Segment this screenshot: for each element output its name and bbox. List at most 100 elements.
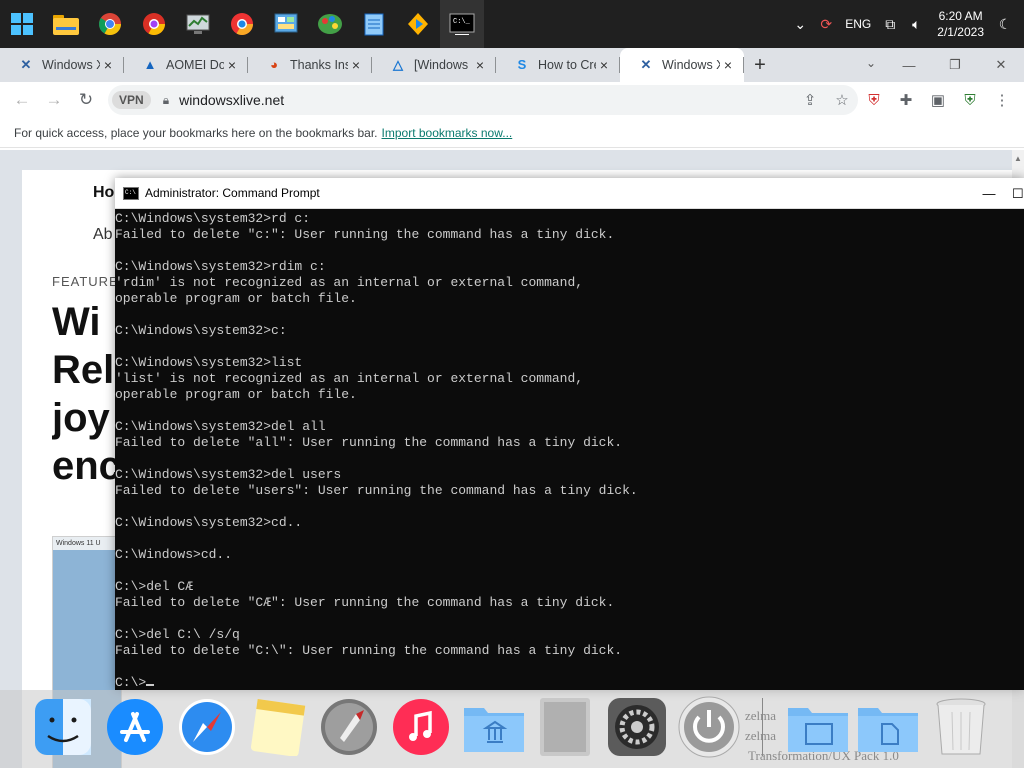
chrome-icon — [99, 13, 121, 35]
import-bookmarks-link[interactable]: Import bookmarks now... — [382, 126, 513, 140]
cmd-maximize-button[interactable]: ☐ — [1012, 178, 1024, 209]
tab-windows-x-active[interactable]: ✕ Windows X × — [620, 48, 744, 82]
windows-logo-icon — [11, 13, 33, 35]
lock-icon[interactable]: 🔒︎ — [163, 93, 169, 108]
console-line: C:\>del CÆ — [115, 579, 194, 594]
cmd-titlebar[interactable]: C:\ Administrator: Command Prompt — ☐ — [115, 178, 1024, 209]
url-text[interactable]: windowsxlive.net — [179, 92, 284, 108]
tab-how-to[interactable]: S How to Cre × — [496, 48, 620, 82]
green-shield-icon[interactable]: ⛨ — [954, 84, 986, 116]
console-line: Failed to delete "c:": User running the … — [115, 227, 615, 242]
trash-icon[interactable] — [930, 696, 992, 758]
side-panel-icon[interactable]: ▣ — [922, 84, 954, 116]
moon-icon[interactable]: ☾ — [992, 16, 1018, 33]
console-line: C:\Windows\system32>del users — [115, 467, 342, 482]
documents-folder-icon[interactable] — [786, 696, 848, 758]
nav-about-link[interactable]: Ab — [93, 226, 113, 244]
bookmarks-bar: For quick access, place your bookmarks h… — [0, 118, 1024, 148]
clock-date: 2/1/2023 — [937, 25, 984, 39]
minimize-button[interactable]: — — [886, 48, 932, 82]
folder-icon — [53, 15, 79, 35]
browser-window-controls: — ❐ ✕ — [886, 48, 1024, 82]
console-line: C:\Windows\system32>list — [115, 355, 303, 370]
notes-icon[interactable] — [246, 696, 308, 758]
mac-pro-icon[interactable] — [534, 696, 596, 758]
share-icon[interactable]: ⇪ — [794, 91, 826, 109]
close-button[interactable]: ✕ — [978, 48, 1024, 82]
bookmark-star-icon[interactable]: ☆ — [826, 91, 858, 109]
prompt-text: C:\> — [115, 675, 147, 689]
cmd-app-icon: C:\ — [123, 186, 139, 200]
sync-icon[interactable]: ⟳ — [813, 16, 839, 33]
media-player-button[interactable] — [396, 0, 440, 48]
launchpad-icon[interactable] — [318, 696, 380, 758]
chevron-up-icon[interactable]: ⌄ — [787, 16, 813, 33]
tab-strip: ✕ Windows X × ▲ AOMEI Do × ◕ Thanks Ins … — [0, 48, 1024, 82]
chrome-alt-button[interactable] — [132, 0, 176, 48]
x-favicon-icon: ✕ — [20, 57, 32, 72]
app-store-icon[interactable] — [104, 696, 166, 758]
console-line: operable program or batch file. — [115, 387, 357, 402]
new-tab-button[interactable]: + — [744, 48, 776, 82]
power-icon[interactable] — [678, 696, 740, 758]
text-cursor — [146, 684, 155, 686]
cmd-console[interactable]: C:\Windows\system32>rd c: Failed to delet… — [115, 209, 1024, 689]
close-tab-icon[interactable]: × — [720, 57, 736, 73]
clock[interactable]: 6:20 AM 2/1/2023 — [929, 8, 992, 40]
notepad-button[interactable] — [352, 0, 396, 48]
control-panel-button[interactable] — [264, 0, 308, 48]
vpn-badge[interactable]: VPN — [112, 91, 151, 109]
console-prompt[interactable]: C:\> — [115, 675, 1024, 689]
close-tab-icon[interactable]: × — [100, 57, 116, 73]
close-tab-icon[interactable]: × — [472, 57, 488, 73]
chrome-button[interactable] — [88, 0, 132, 48]
command-prompt-window[interactable]: C:\ Administrator: Command Prompt — ☐ C:… — [115, 178, 1024, 690]
cmd-minimize-button[interactable]: — — [966, 178, 1012, 209]
task-manager-button[interactable] — [176, 0, 220, 48]
console-line: C:\Windows\system32>c: — [115, 323, 287, 338]
downloads-folder-icon[interactable] — [856, 696, 918, 758]
nav-home-link[interactable]: Ho — [93, 184, 114, 202]
puzzle-extensions-icon[interactable]: ✚ — [890, 84, 922, 116]
music-icon[interactable] — [390, 696, 452, 758]
dock-separator — [762, 698, 763, 756]
address-bar[interactable]: VPN 🔒︎ windowsxlive.net ⇪ ☆ — [108, 85, 858, 115]
chrome-alt-icon — [143, 13, 165, 35]
close-tab-icon[interactable]: × — [596, 57, 612, 73]
close-tab-icon[interactable]: × — [224, 57, 240, 73]
shield-extension-icon[interactable]: ⛨ — [858, 84, 890, 116]
tab-title: Windows X — [662, 58, 720, 72]
language-indicator[interactable]: ENG — [839, 17, 877, 31]
console-line: Failed to delete "users": User running t… — [115, 483, 638, 498]
tab-aomei[interactable]: ▲ AOMEI Do × — [124, 48, 248, 82]
console-line: Failed to delete "C:\": User running the… — [115, 643, 623, 658]
volume-icon[interactable]: 🔈︎ — [903, 16, 929, 33]
colorwheel-favicon-icon: ◕ — [270, 57, 278, 72]
file-explorer-button[interactable] — [44, 0, 88, 48]
tab-windows-bracket[interactable]: △ [Windows × — [372, 48, 496, 82]
finder-icon[interactable] — [32, 696, 94, 758]
archive-folder-icon[interactable] — [462, 696, 524, 758]
scroll-up-icon[interactable]: ▲ — [1012, 154, 1024, 163]
close-tab-icon[interactable]: × — [348, 57, 364, 73]
tab-windows-x-1[interactable]: ✕ Windows X × — [0, 48, 124, 82]
back-button[interactable]: ← — [6, 84, 38, 116]
paint-button[interactable] — [308, 0, 352, 48]
start-button[interactable] — [0, 0, 44, 48]
brave-button[interactable] — [220, 0, 264, 48]
terminal-button[interactable]: C:\_ — [440, 0, 484, 48]
system-preferences-icon[interactable] — [606, 696, 668, 758]
tab-thanks[interactable]: ◕ Thanks Ins × — [248, 48, 372, 82]
tab-search-icon[interactable]: ⌄ — [866, 56, 876, 70]
console-line: 'list' is not recognized as an internal … — [115, 371, 584, 386]
network-icon[interactable]: ⧉ — [877, 16, 903, 33]
menu-kebab-icon[interactable]: ⋮ — [986, 84, 1018, 116]
restore-button[interactable]: ❐ — [932, 48, 978, 82]
reload-button[interactable]: ↻ — [70, 84, 102, 116]
forward-button[interactable]: → — [38, 84, 70, 116]
safari-icon[interactable] — [176, 696, 238, 758]
